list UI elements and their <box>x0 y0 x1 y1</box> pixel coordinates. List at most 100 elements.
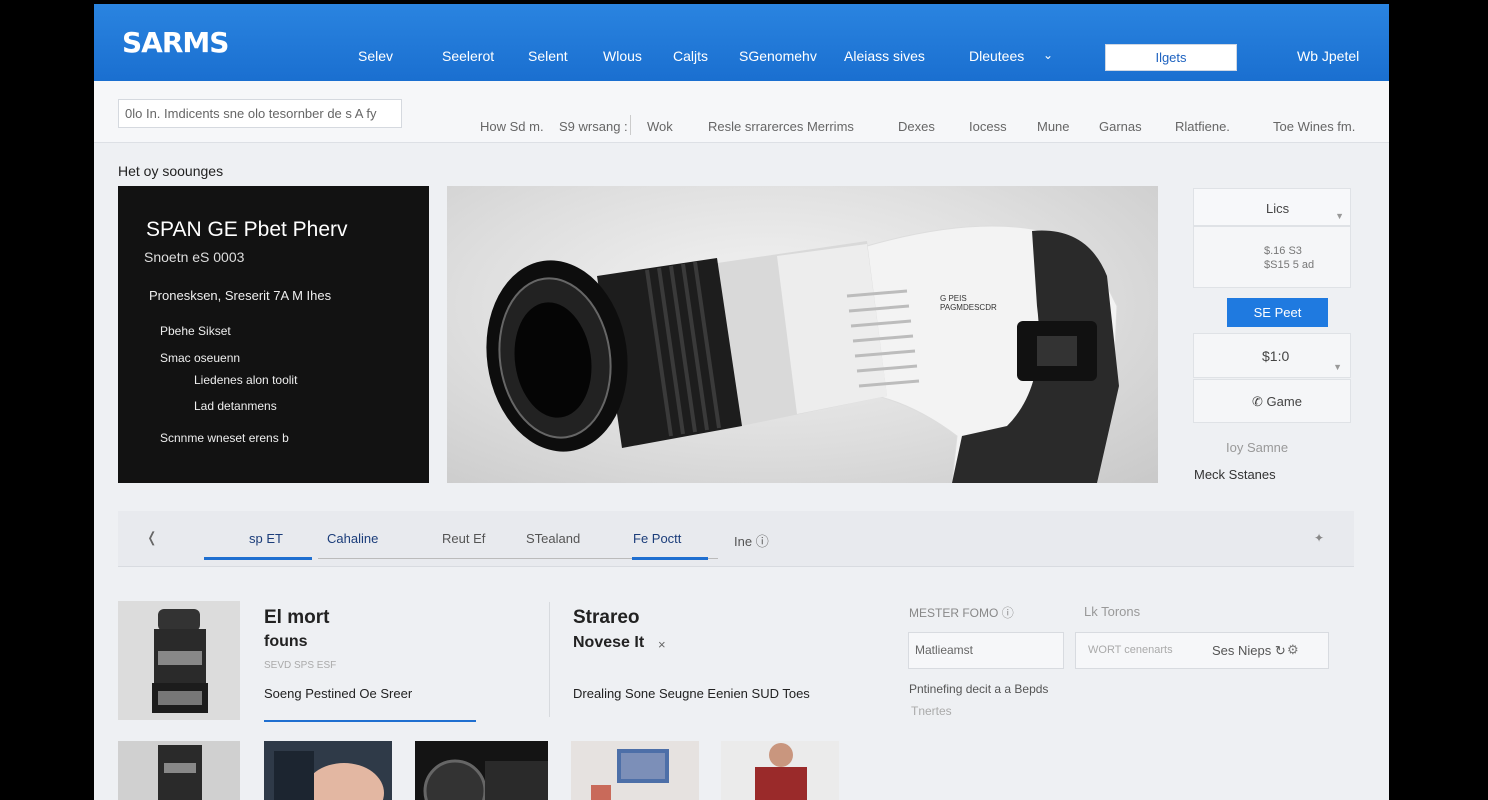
hero-subtitle: Snoetn eS 0003 <box>144 249 245 265</box>
sub-link-3[interactable]: Wok <box>647 119 673 134</box>
game-button[interactable]: ✆ Game <box>1193 379 1351 423</box>
filter-note-1: Pntinefing decit a a Bepds <box>909 682 1049 696</box>
nav-link-8[interactable]: Dleutees <box>969 48 1024 64</box>
sub-link-6[interactable]: Iocess <box>969 119 1007 134</box>
divider <box>549 602 550 717</box>
nav-link-2[interactable]: Seelerot <box>442 48 494 64</box>
tab-6[interactable]: Ine ⓘ <box>734 531 769 550</box>
info-icon: ⓘ <box>1001 606 1014 620</box>
thumbnail-2-image <box>264 741 392 800</box>
card-1-meta: SEVD SPS ESF <box>264 660 337 671</box>
settings-icon[interactable]: ⚙ <box>1287 642 1299 658</box>
purchase-panel: Lics ▼ $.16 S3 $S15 5 ad SE Peet $1:0 ▼ … <box>1176 186 1352 486</box>
thumbnail-1[interactable] <box>118 741 240 800</box>
hero-line-2: Pbehe Sikset <box>160 324 231 338</box>
hero-line-3: Smac oseuenn <box>160 351 241 365</box>
price-primary: $.16 S3 <box>1264 245 1302 257</box>
card-1-title[interactable]: El mort <box>264 607 329 629</box>
card-2-title[interactable]: Strareo <box>573 607 640 629</box>
hero-line-6[interactable]: Scnnme wneset erens b <box>160 431 289 445</box>
card-1-description: Soeng Pestined Oe Sreer <box>264 686 413 701</box>
nav-link-6[interactable]: SGenomehv <box>739 48 817 64</box>
refresh-icon: ↻ <box>1274 643 1286 658</box>
sub-link-9[interactable]: Rlatfiene. <box>1175 119 1230 134</box>
tab-2[interactable]: Cahaline <box>327 531 378 546</box>
tab-1-indicator <box>204 557 312 560</box>
hero-line-5[interactable]: Lad detanmens <box>194 399 277 413</box>
image-label-1: G PEIS <box>940 294 967 303</box>
hero-title: SPAN GE Pbet Pherv <box>146 218 348 241</box>
side-link-1[interactable]: Ioy Samne <box>1226 440 1288 455</box>
tab-5[interactable]: Fe Poctt <box>633 531 681 546</box>
filter-2-field[interactable]: WORT cenenarts Ses Nieps ↻ ⚙ <box>1075 632 1329 669</box>
sub-link-5[interactable]: Dexes <box>898 119 935 134</box>
tab-1[interactable]: sp ET <box>249 531 283 546</box>
option-dropdown-label: Lics <box>1266 201 1290 216</box>
sub-search-input[interactable]: 0lo In. Imdicents sne olo tesornber de s… <box>118 99 402 128</box>
tab-bar: ❬ sp ET Cahaline Reut Ef STealand Fe Poc… <box>118 511 1354 567</box>
sub-link-10[interactable]: Toe Wines fm. <box>1273 119 1355 134</box>
sub-link-7[interactable]: Mune <box>1037 119 1070 134</box>
hero-line-4[interactable]: Liedenes alon toolit <box>194 373 297 387</box>
price-select-value: $1:0 <box>1262 348 1290 364</box>
card-2-description: Drealing Sone Seugne Eenien SUD Toes <box>573 686 810 701</box>
nav-account-link[interactable]: Wb Jpetel <box>1297 48 1359 64</box>
secondary-bar: 0lo In. Imdicents sne olo tesornber de s… <box>94 81 1389 143</box>
card-1-subtitle: founs <box>264 633 308 650</box>
brand-logo[interactable]: SARMS <box>122 26 229 59</box>
filter-2-input[interactable]: WORT cenenarts <box>1088 644 1173 656</box>
back-arrow-icon[interactable]: ❬ <box>146 529 158 546</box>
thumbnail-1-image <box>118 741 240 800</box>
thumbnail-4-image <box>571 741 699 800</box>
top-navigation-bar: SARMS Selev Seelerot Selent Wlous Caljts… <box>94 4 1389 81</box>
thumbnail-3-image <box>415 741 548 800</box>
sub-link-4[interactable]: Resle srrarerces Merrims <box>708 119 854 134</box>
thumbnail-5[interactable] <box>721 741 839 800</box>
sub-link-2[interactable]: S9 wrsang : <box>559 119 628 134</box>
phone-icon: ✆ <box>1252 394 1263 409</box>
nav-link-4[interactable]: Wlous <box>603 48 642 64</box>
card-2-subtitle: Novese It <box>573 634 645 651</box>
chevron-down-icon[interactable]: ⌄ <box>1043 48 1053 62</box>
card-1-underline <box>264 720 476 722</box>
info-icon: ⓘ <box>755 534 769 549</box>
product-thumbnail[interactable] <box>118 601 240 720</box>
hero-product-image: G PEIS PAGMDESCDR <box>447 186 1158 483</box>
price-select[interactable]: $1:0 ▼ <box>1193 333 1351 378</box>
side-link-2[interactable]: Meck Sstanes <box>1194 467 1276 482</box>
filter-1-label: MESTER FOMO ⓘ <box>909 604 1014 621</box>
filter-2-button[interactable]: Ses Nieps ↻ <box>1212 643 1286 659</box>
price-box: $.16 S3 $S15 5 ad <box>1193 226 1351 288</box>
tab-3[interactable]: Reut Ef <box>442 531 485 546</box>
thumbnail-3[interactable] <box>415 741 548 800</box>
nav-link-3[interactable]: Selent <box>528 48 568 64</box>
close-icon[interactable]: × <box>658 637 666 652</box>
buy-button[interactable]: SE Peet <box>1227 298 1328 327</box>
nav-search-button[interactable]: Ilgets <box>1105 44 1237 71</box>
filter-1-label-text: MESTER FOMO <box>909 606 999 620</box>
nav-link-7[interactable]: Aleiass sives <box>844 48 925 64</box>
hero-line-1: Pronesksen, Sreserit 7A M Ihes <box>149 288 332 303</box>
thumbnail-4[interactable] <box>571 741 699 800</box>
game-label: Game <box>1266 394 1302 409</box>
chevron-down-icon: ▼ <box>1333 362 1342 372</box>
settings-icon[interactable]: ✦ <box>1314 531 1324 545</box>
page: SARMS Selev Seelerot Selent Wlous Caljts… <box>94 4 1389 800</box>
camera-lens-illustration: G PEIS PAGMDESCDR <box>486 225 1119 483</box>
tab-4[interactable]: STealand <box>526 531 580 546</box>
image-label-2: PAGMDESCDR <box>940 303 997 312</box>
option-dropdown[interactable]: Lics ▼ <box>1193 188 1351 226</box>
nav-link-5[interactable]: Caljts <box>673 48 708 64</box>
game-button-content: ✆ Game <box>1252 394 1302 410</box>
price-secondary: $S15 5 ad <box>1264 259 1315 271</box>
sub-link-8[interactable]: Garnas <box>1099 119 1142 134</box>
tab-6-label: Ine <box>734 534 753 549</box>
thumbnail-2[interactable] <box>264 741 392 800</box>
filter-note-2: Tnertes <box>911 704 952 718</box>
sub-link-1[interactable]: How Sd m. <box>480 119 544 134</box>
filter-1-input[interactable]: Matlieamst <box>908 632 1064 669</box>
chevron-down-icon: ▼ <box>1335 211 1344 221</box>
thumbnail-5-image <box>721 741 839 800</box>
nav-link-1[interactable]: Selev <box>358 48 393 64</box>
hero-text-panel: SPAN GE Pbet Pherv Snoetn eS 0003 Prones… <box>118 186 429 483</box>
